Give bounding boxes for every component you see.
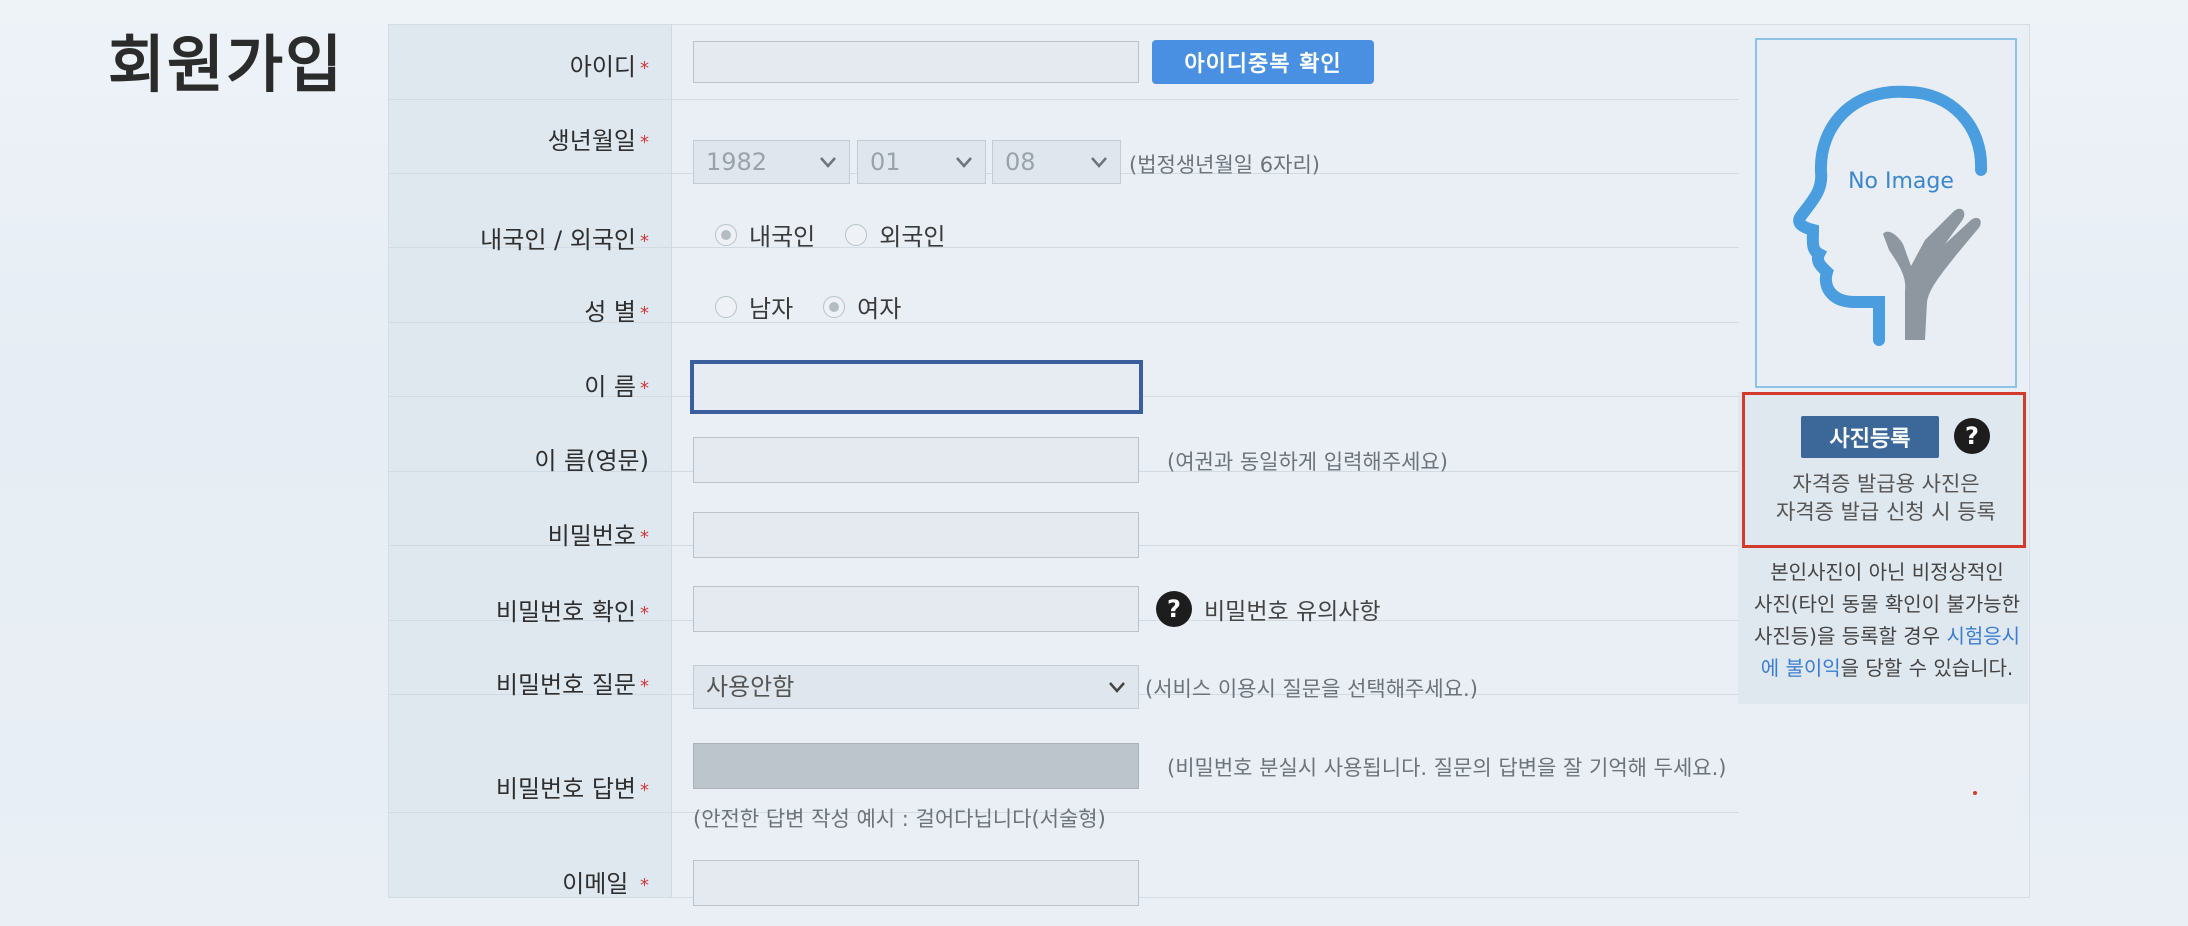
password-answer-hint: (비밀번호 분실시 사용됩니다. 질문의 답변을 잘 기억해 두세요.) xyxy=(1167,756,1727,780)
row-birth: 생년월일 * 1982 01 08 (법정생년월일 6자리) xyxy=(389,99,1739,184)
row-password-answer: 비밀번호 답변 * (비밀번호 분실시 사용됩니다. 질문의 답변을 잘 기억해 … xyxy=(389,694,1739,831)
radio-domestic[interactable] xyxy=(715,223,737,246)
row-name: 이 름 * xyxy=(389,322,1739,414)
row-password-confirm: 비밀번호 확인 * ? 비밀번호 유의사항 xyxy=(389,545,1739,632)
email-label: 이메일 * xyxy=(562,870,649,898)
photo-preview: No Image xyxy=(1755,38,2017,388)
password-answer-label: 비밀번호 답변 * xyxy=(495,775,649,803)
id-input[interactable] xyxy=(693,41,1139,83)
password-answer-input[interactable] xyxy=(693,743,1139,789)
no-image-icon: No Image xyxy=(1793,85,1988,346)
no-image-label: No Image xyxy=(1848,169,1954,194)
row-password-question: 비밀번호 질문 * 사용안함 (서비스 이용시 질문을 선택해주세요.) xyxy=(389,620,1739,709)
row-nationality: 내국인 / 외국인 * 내국인 외국인 xyxy=(389,173,1739,254)
row-gender: 성 별 * 남자 여자 xyxy=(389,247,1739,326)
birth-label: 생년월일 * xyxy=(547,127,649,155)
radio-foreign[interactable] xyxy=(845,223,868,246)
photo-warning: 본인사진이 아닌 비정상적인 사진(타인 동물 확인이 불가능한 사진등)을 등… xyxy=(1753,560,2021,680)
photo-register-button[interactable]: 사진등록 xyxy=(1801,416,1939,458)
radio-male[interactable] xyxy=(715,295,737,318)
row-email: 이메일 * xyxy=(389,812,1739,906)
photo-help-icon[interactable]: ? xyxy=(1954,418,1990,454)
id-label: 아이디 * xyxy=(569,53,649,81)
gender-radio-group: 남자 여자 xyxy=(715,289,931,324)
photo-note: 자격증 발급용 사진은 자격증 발급 신청 시 등록 xyxy=(1776,472,1996,524)
radio-female-label: 여자 xyxy=(857,295,902,323)
row-id: 아이디 * 아이디중복 확인 xyxy=(389,25,1739,100)
radio-female[interactable] xyxy=(823,295,846,318)
page-title: 회원가입 xyxy=(108,28,345,101)
row-name-en: 이 름(영문) (여권과 동일하게 입력해주세요) xyxy=(389,396,1739,483)
red-dot xyxy=(1973,791,1977,795)
id-duplicate-check-button[interactable]: 아이디중복 확인 xyxy=(1152,40,1374,84)
email-input[interactable] xyxy=(693,860,1139,906)
radio-male-label: 남자 xyxy=(749,295,794,323)
row-password: 비밀번호 * xyxy=(389,471,1739,558)
